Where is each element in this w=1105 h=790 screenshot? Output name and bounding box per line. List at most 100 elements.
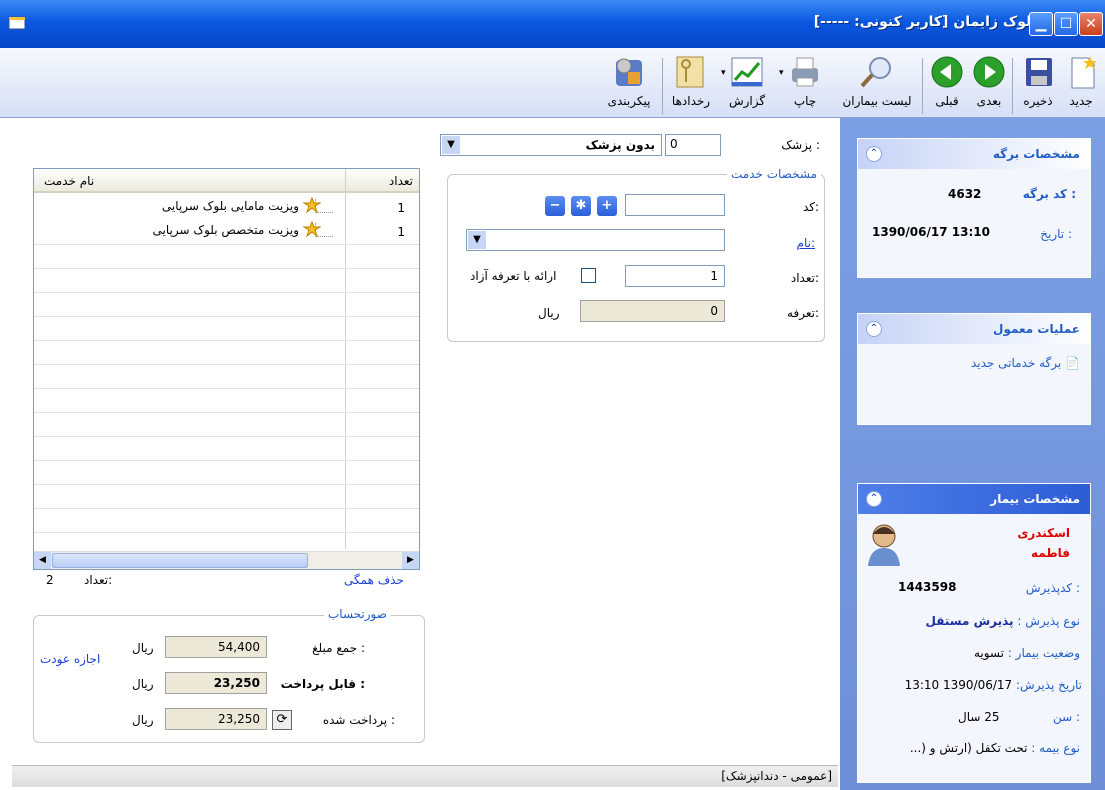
save-button[interactable]: ذخیره [1017, 54, 1059, 116]
remove-button[interactable]: − [545, 196, 565, 216]
search-star-button[interactable]: ✱ [571, 196, 591, 216]
patient-panel-header[interactable]: مشخصات بیمار ⌃ [858, 484, 1090, 514]
toolbar-separator [1012, 58, 1013, 114]
print-icon [792, 57, 818, 87]
status-text: [عمومی - دندانپزشک] [721, 769, 832, 783]
count-input[interactable]: 1 [625, 265, 725, 287]
app-icon [8, 16, 26, 30]
horizontal-scrollbar[interactable]: ◀ ▶ [34, 551, 419, 569]
service-code-input[interactable] [625, 194, 725, 216]
chevron-down-icon[interactable]: ▼ [468, 231, 486, 249]
patient-panel: مشخصات بیمار ⌃ اسکندری فاطمه کدپذیرش : 14… [857, 483, 1091, 783]
operations-panel: عملیات معمول ⌃ 📄 برگه خدماتی جدید [857, 313, 1091, 425]
total-currency: ریال [132, 641, 154, 655]
collapse-icon[interactable]: ⌃ [866, 491, 882, 507]
service-name-cell: ویزیت مامایی بلوک سرپایی [161, 199, 299, 213]
column-header-count[interactable]: تعداد [389, 174, 413, 188]
column-header-service-name[interactable]: نام خدمت [44, 174, 94, 188]
events-label: رخدادها [671, 94, 711, 108]
services-table[interactable]: تعداد نام خدمت ویزیت مامایی بلوک سرپایی … [33, 168, 420, 570]
config-icon [616, 58, 642, 86]
patient-last-name: اسکندری [1017, 526, 1070, 540]
refresh-icon[interactable]: ⟳ [272, 710, 292, 730]
total-field: 54,400 [165, 636, 267, 658]
delete-all-link[interactable]: حذف همگی [344, 573, 404, 587]
sheet-date-value: 1390/06/17 13:10 [872, 225, 990, 239]
collapse-icon[interactable]: ⌃ [866, 321, 882, 337]
print-button[interactable]: چاپ ▾ [777, 54, 833, 116]
events-button[interactable]: رخدادها [665, 54, 717, 116]
add-button[interactable]: + [597, 196, 617, 216]
name-label[interactable]: نام: [797, 236, 815, 250]
maximize-button[interactable]: ☐ [1054, 12, 1078, 36]
doctor-label: پزشک : [781, 138, 820, 152]
sheet-date-label: تاریخ : [1040, 227, 1072, 241]
count-cell: 1 [397, 225, 405, 239]
toolbar-separator [662, 58, 663, 114]
next-button[interactable]: بعدی [969, 54, 1009, 116]
new-button[interactable]: جدید [1061, 54, 1101, 116]
admit-type-row: نوع پذیرش : پذیرش مستقل [925, 614, 1080, 628]
service-name-select[interactable]: ▼ [466, 229, 725, 251]
print-label: چاپ [793, 94, 817, 108]
admit-code-label: کدپذیرش : [1025, 581, 1080, 595]
age-label: سن : [1052, 710, 1080, 724]
close-button[interactable]: ✕ [1079, 12, 1103, 36]
free-tariff-checkbox[interactable] [581, 268, 596, 283]
new-sheet-icon: 📄 [1065, 356, 1080, 370]
paid-field: 23,250 [165, 708, 267, 730]
report-button[interactable]: گزارش ▾ [721, 54, 773, 116]
sheet-panel-header[interactable]: مشخصات برگه ⌃ [858, 139, 1090, 169]
operations-panel-header[interactable]: عملیات معمول ⌃ [858, 314, 1090, 344]
payable-field: 23,250 [165, 672, 267, 694]
search-icon [860, 57, 891, 88]
config-button[interactable]: پیکربندی [599, 54, 659, 116]
admit-code-value: 1443598 [898, 580, 957, 594]
insurance-row: نوع بیمه : تحت تکفل (ارتش و (... [909, 741, 1080, 755]
save-icon [1026, 58, 1052, 86]
tariff-currency: ریال [538, 306, 560, 320]
previous-icon [931, 56, 963, 88]
table-row[interactable]: ویزیت مامایی بلوک سرپایی [34, 196, 345, 217]
sheet-panel: مشخصات برگه ⌃ کد برگه : 4632 تاریخ : 1390… [857, 138, 1091, 278]
minimize-button[interactable]: ▁ [1029, 12, 1053, 36]
report-icon [731, 57, 763, 87]
patient-list-button[interactable]: لیست بیماران [835, 54, 919, 116]
window-title: بلوک زایمان [کاربر کنونی: -----] [813, 14, 1037, 30]
sheet-code-label: کد برگه : [1022, 187, 1076, 201]
paid-currency: ریال [132, 713, 154, 727]
doctor-select[interactable]: بدون پزشک ▼ [440, 134, 662, 156]
star-icon [302, 220, 322, 240]
events-icon [676, 56, 704, 88]
chevron-down-icon[interactable]: ▼ [442, 136, 460, 154]
patient-list-label: لیست بیماران [842, 94, 912, 108]
payable-currency: ریال [132, 677, 154, 691]
new-sheet-link[interactable]: 📄 برگه خدماتی جدید [971, 356, 1080, 370]
toolbar: جدید ذخیره بعدی قبلی لیست بیماران چاپ ▾ گ… [0, 48, 1105, 118]
return-permit-link[interactable]: اجازه عودت [40, 652, 100, 666]
config-label: پیکربندی [607, 94, 651, 108]
paid-label: پرداخت شده : [322, 713, 395, 727]
service-spec-legend: مشخصات خدمت [727, 167, 821, 181]
new-icon [1071, 56, 1097, 89]
next-label: بعدی [976, 94, 1002, 108]
doctor-code-value: 0 [670, 137, 678, 151]
sheet-code-value: 4632 [948, 187, 982, 201]
previous-label: قبلی [935, 94, 959, 108]
table-row[interactable]: ویزیت متخصص بلوک سرپایی [34, 220, 345, 241]
invoice-legend: صورتحساب [324, 607, 391, 621]
scrollbar-thumb[interactable] [52, 553, 308, 568]
admit-date-row: تاریخ پذیرش: 1390/06/17 13:10 [904, 678, 1082, 692]
count-label: تعداد: [790, 271, 819, 285]
title-bar[interactable]: بلوک زایمان [کاربر کنونی: -----] ▁ ☐ ✕ [0, 0, 1105, 48]
toolbar-separator [922, 58, 923, 114]
collapse-icon[interactable]: ⌃ [866, 146, 882, 162]
age-value: 25 سال [958, 710, 1000, 724]
new-label: جدید [1069, 94, 1093, 108]
status-bar: [عمومی - دندانپزشک] [12, 765, 838, 787]
row-count-value: 2 [46, 573, 54, 587]
doctor-code-input[interactable]: 0 [665, 134, 721, 156]
next-icon [973, 56, 1005, 88]
previous-button[interactable]: قبلی [927, 54, 967, 116]
count-cell: 1 [397, 201, 405, 215]
